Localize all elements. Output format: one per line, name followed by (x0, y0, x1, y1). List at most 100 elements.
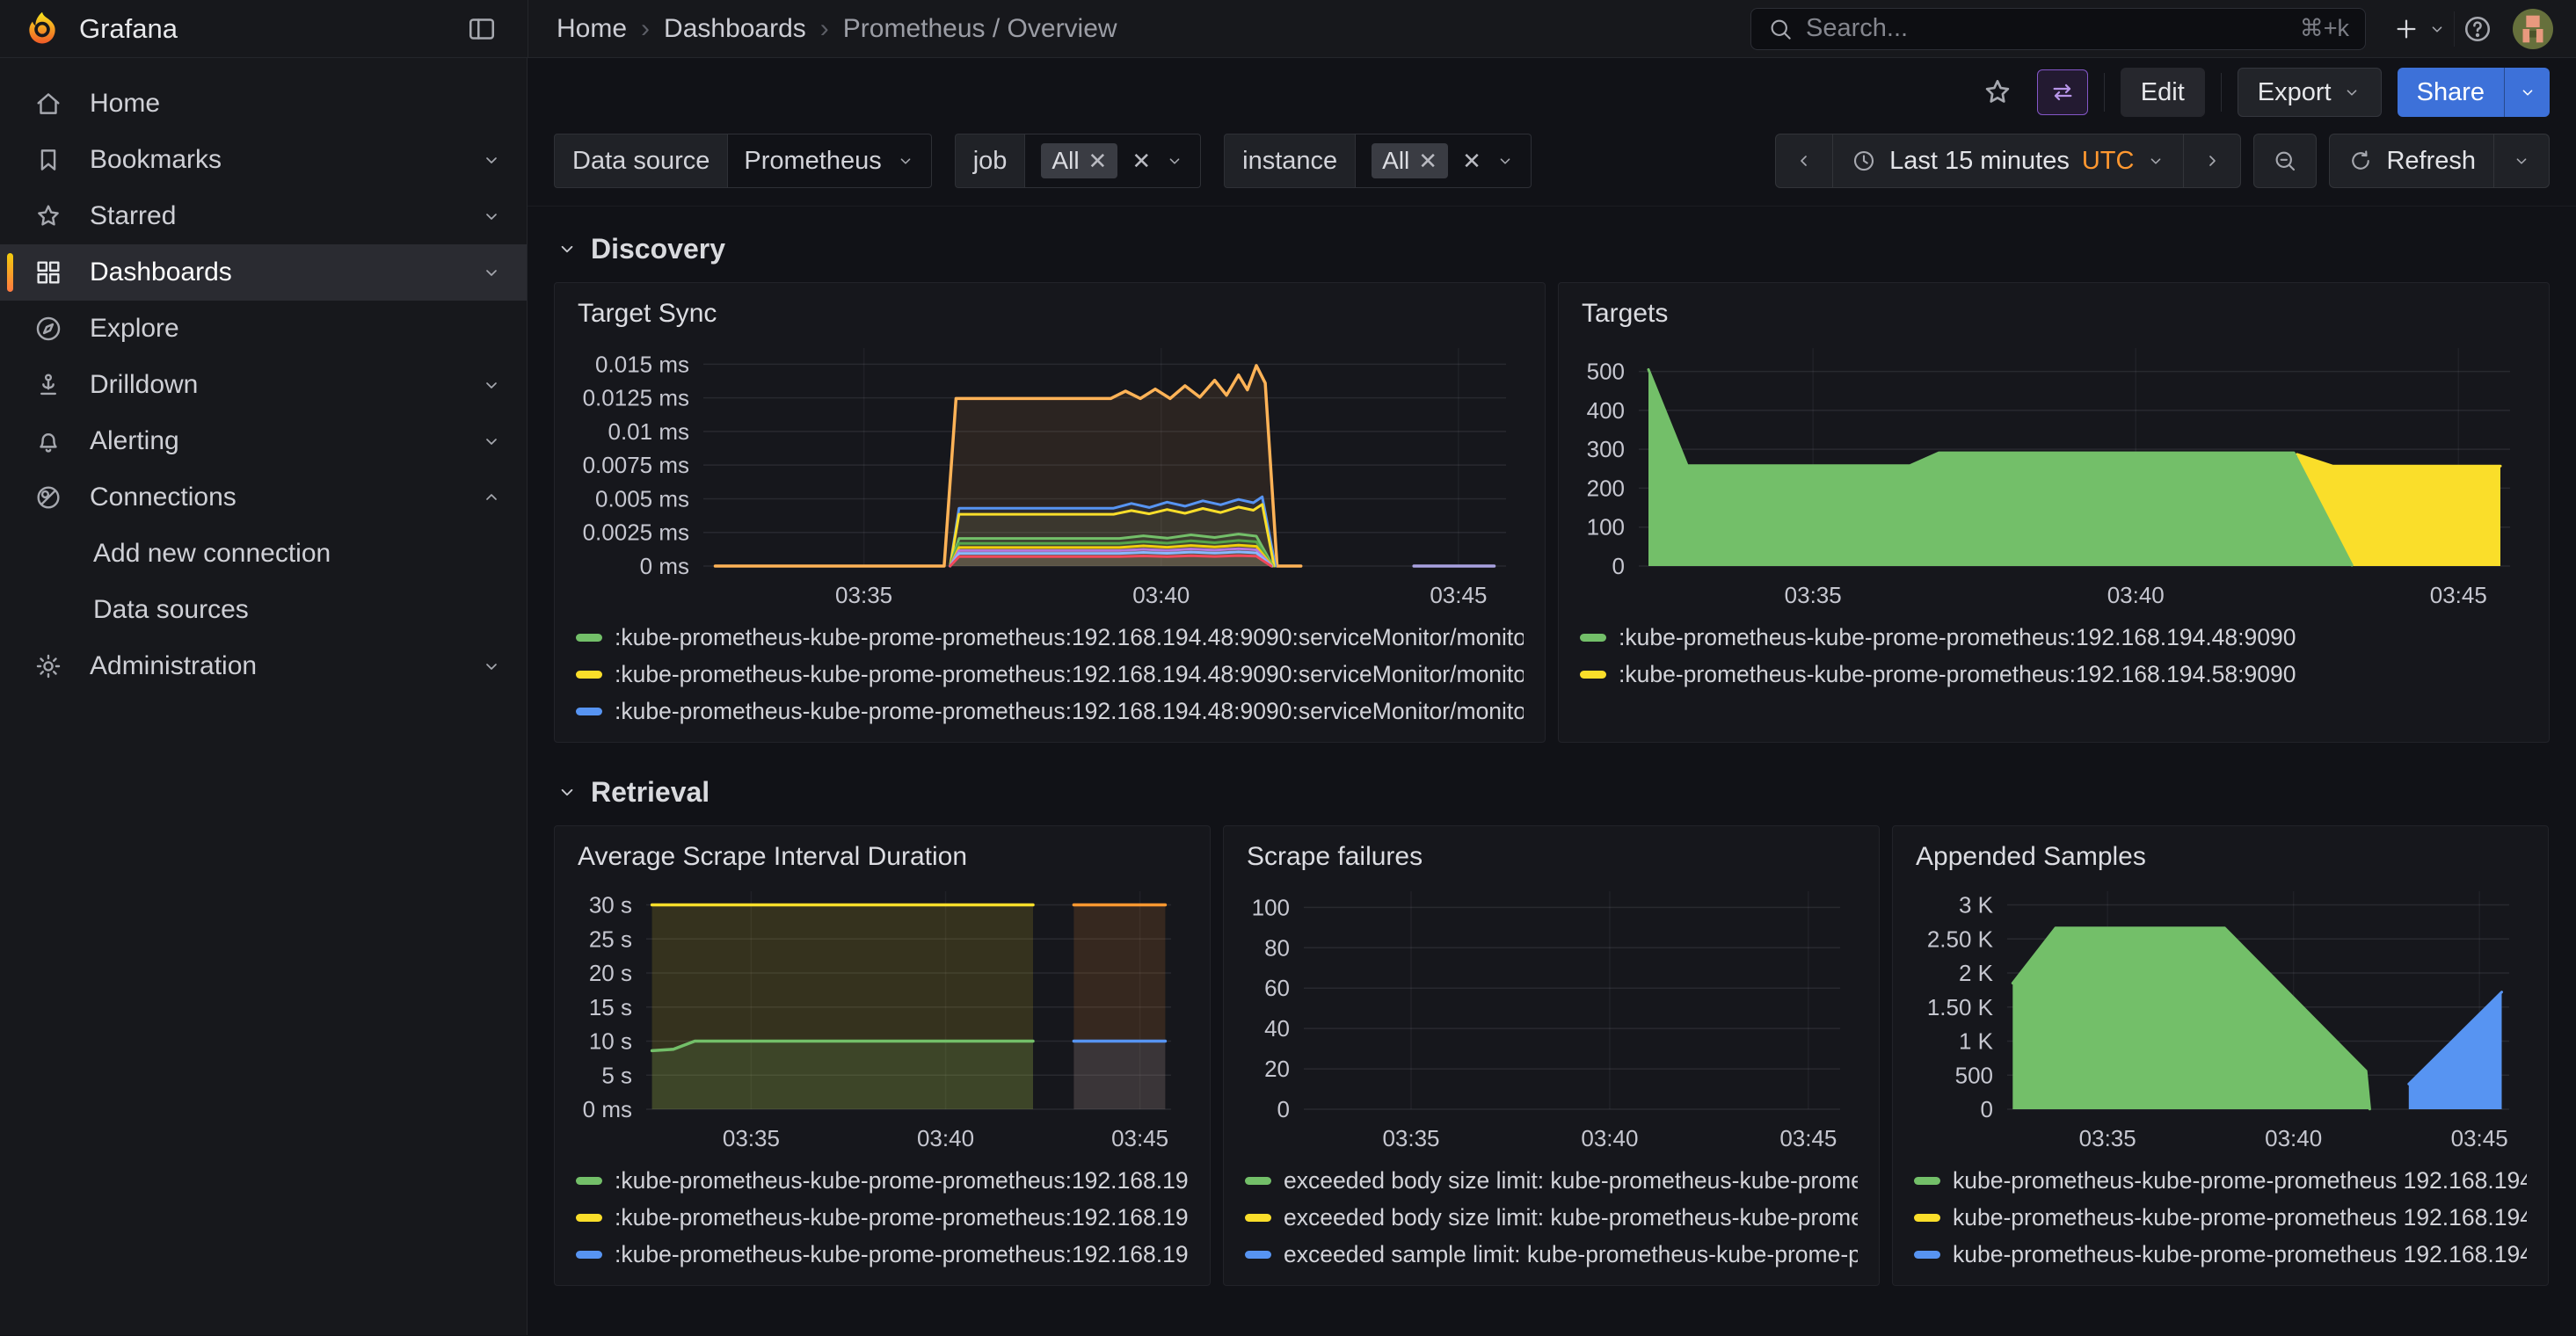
legend-item[interactable]: :kube-prometheus-kube-prome-prometheus:1… (576, 619, 1524, 656)
chart-svg[interactable]: 03:3503:4003:4505001 K1.50 K2 K2.50 K3 K (1914, 879, 2527, 1157)
legend-item[interactable]: :kube-prometheus-kube-prome-prometheus:1… (1580, 619, 2528, 656)
sidebar-item-bookmarks[interactable]: Bookmarks (0, 132, 527, 188)
chevron-down-icon[interactable] (481, 374, 502, 396)
chevron-down-icon[interactable] (481, 149, 502, 171)
help-button[interactable] (2455, 6, 2500, 52)
panel-title[interactable]: Scrape failures (1247, 842, 1858, 872)
panel-target-sync: Target Sync 03:3503:4003:450 ms0.0025 ms… (554, 282, 1546, 743)
chevron-down-icon[interactable] (481, 262, 502, 283)
panel-scrape-failures: Scrape failures 03:3503:4003:45020406080… (1223, 825, 1880, 1286)
sidebar-item-administration[interactable]: Administration (0, 638, 527, 694)
chart-legend: :kube-prometheus-kube-prome-prometheus:1… (1580, 619, 2528, 693)
chart-svg[interactable]: 03:3503:4003:450 ms5 s10 s15 s20 s25 s30… (576, 879, 1189, 1157)
time-shift-back-button[interactable] (1775, 134, 1833, 188)
legend-item[interactable]: :kube-prometheus-kube-prome-prometheus:1… (576, 1199, 1189, 1236)
legend-item[interactable]: kube-prometheus-kube-prome-prometheus 19… (1914, 1236, 2527, 1273)
sidebar-item-connections[interactable]: Connections (0, 469, 527, 526)
export-button[interactable]: Export (2238, 68, 2382, 117)
x-tick-label: 03:35 (723, 1125, 780, 1151)
x-tick-label: 03:45 (1111, 1125, 1168, 1151)
panel-title[interactable]: Appended Samples (1916, 842, 2527, 872)
avatar[interactable] (2513, 9, 2553, 49)
instance-variable-picker[interactable]: instance All ✕ ✕ (1224, 134, 1532, 188)
instance-selected-chip[interactable]: All ✕ (1372, 143, 1448, 178)
chart-svg[interactable]: 03:3503:4003:450 ms0.0025 ms0.005 ms0.00… (576, 336, 1524, 614)
sidebar-toggle-button[interactable] (459, 6, 505, 52)
legend-item[interactable]: exceeded body size limit: kube-prometheu… (1245, 1199, 1858, 1236)
clear-all-icon[interactable]: ✕ (1132, 148, 1151, 175)
zoom-out-button[interactable] (2253, 134, 2317, 188)
chevron-up-icon[interactable] (481, 487, 502, 508)
panel-avg-scrape-interval: Average Scrape Interval Duration 03:3503… (554, 825, 1211, 1286)
refresh-interval-button[interactable] (2494, 134, 2550, 188)
magnifier-minus-icon (2272, 148, 2298, 174)
legend-item[interactable]: kube-prometheus-kube-prome-prometheus 19… (1914, 1199, 2527, 1236)
series-color-marker (1245, 1177, 1271, 1185)
sidebar-item-explore[interactable]: Explore (0, 301, 527, 357)
chart-legend: :kube-prometheus-kube-prome-prometheus:1… (576, 1162, 1189, 1273)
search-input[interactable] (1806, 14, 2288, 43)
compare-panels-button[interactable] (2037, 69, 2088, 115)
sidebar-item-dashboards[interactable]: Dashboards (0, 244, 527, 301)
series-color-marker (576, 708, 602, 715)
edit-button[interactable]: Edit (2121, 68, 2205, 117)
y-tick-label: 5 s (601, 1062, 632, 1088)
sidebar-item-alerting[interactable]: Alerting (0, 413, 527, 469)
legend-label: :kube-prometheus-kube-prome-prometheus:1… (1619, 661, 2296, 688)
legend-item[interactable]: :kube-prometheus-kube-prome-prometheus:1… (576, 1162, 1189, 1199)
share-options-button[interactable] (2504, 68, 2550, 117)
clear-all-icon[interactable]: ✕ (1462, 148, 1481, 175)
legend-item[interactable]: :kube-prometheus-kube-prome-prometheus:1… (576, 656, 1524, 693)
search-box[interactable]: ⌘+k (1750, 8, 2366, 50)
chevron-down-icon[interactable] (481, 206, 502, 227)
legend-item[interactable]: :kube-prometheus-kube-prome-prometheus:1… (576, 693, 1524, 730)
star-dashboard-button[interactable] (1974, 69, 2021, 116)
sidebar-item-data-sources[interactable]: Data sources (0, 582, 527, 638)
time-range-picker[interactable]: Last 15 minutes UTC (1833, 134, 2184, 188)
remove-value-icon[interactable]: ✕ (1088, 148, 1108, 175)
datasource-picker[interactable]: Data source Prometheus (554, 134, 932, 188)
product-name: Grafana (79, 13, 459, 45)
clock-icon (1851, 148, 1877, 174)
legend-item[interactable]: exceeded body size limit: kube-prometheu… (1245, 1162, 1858, 1199)
chevron-down-icon (556, 237, 579, 260)
breadcrumb-home[interactable]: Home (557, 14, 627, 44)
sidebar-item-home[interactable]: Home (0, 76, 527, 132)
refresh-button[interactable]: Refresh (2329, 134, 2494, 188)
legend-label: kube-prometheus-kube-prome-prometheus 19… (1953, 1241, 2527, 1268)
share-button[interactable]: Share (2398, 68, 2504, 117)
chevron-down-icon[interactable] (481, 431, 502, 452)
datasource-value[interactable]: Prometheus (744, 147, 881, 176)
legend-item[interactable]: :kube-prometheus-kube-prome-prometheus:1… (1580, 656, 2528, 693)
remove-value-icon[interactable]: ✕ (1418, 148, 1437, 175)
y-tick-label: 2 K (1959, 960, 1994, 986)
chart-legend: :kube-prometheus-kube-prome-prometheus:1… (576, 619, 1524, 730)
legend-item[interactable]: exceeded sample limit: kube-prometheus-k… (1245, 1236, 1858, 1273)
job-variable-picker[interactable]: job All ✕ ✕ (955, 134, 1201, 188)
sidebar-item-starred[interactable]: Starred (0, 188, 527, 244)
time-controls: Last 15 minutes UTC (1775, 134, 2550, 188)
sidebar-item-drilldown[interactable]: Drilldown (0, 357, 527, 413)
chart-svg[interactable]: 03:3503:4003:450100200300400500 (1580, 336, 2528, 614)
panel-title[interactable]: Average Scrape Interval Duration (578, 842, 1189, 872)
chevron-down-icon[interactable] (481, 656, 502, 677)
legend-item[interactable]: :kube-prometheus-kube-prome-prometheus:1… (576, 1236, 1189, 1273)
job-selected-chip[interactable]: All ✕ (1041, 143, 1117, 178)
section-header-discovery[interactable]: Discovery (556, 224, 2550, 273)
panel-row-discovery: Target Sync 03:3503:4003:450 ms0.0025 ms… (554, 282, 2550, 743)
time-shift-forward-button[interactable] (2184, 134, 2241, 188)
y-tick-label: 0.0075 ms (583, 452, 689, 478)
section-title: Retrieval (591, 776, 709, 809)
legend-label: :kube-prometheus-kube-prome-prometheus:1… (615, 1241, 1189, 1268)
breadcrumb-dashboards[interactable]: Dashboards (664, 14, 806, 44)
add-new-button[interactable] (2385, 8, 2454, 50)
sidebar-item-add-new-connection[interactable]: Add new connection (0, 526, 527, 582)
legend-item[interactable]: kube-prometheus-kube-prome-prometheus 19… (1914, 1162, 2527, 1199)
section-header-retrieval[interactable]: Retrieval (556, 767, 2550, 817)
panel-title[interactable]: Targets (1582, 299, 2528, 329)
legend-label: exceeded body size limit: kube-prometheu… (1284, 1204, 1858, 1231)
chart-svg[interactable]: 03:3503:4003:45020406080100 (1245, 879, 1858, 1157)
x-tick-label: 03:40 (1581, 1125, 1638, 1151)
panel-title[interactable]: Target Sync (578, 299, 1524, 329)
star-icon (1981, 76, 2014, 109)
